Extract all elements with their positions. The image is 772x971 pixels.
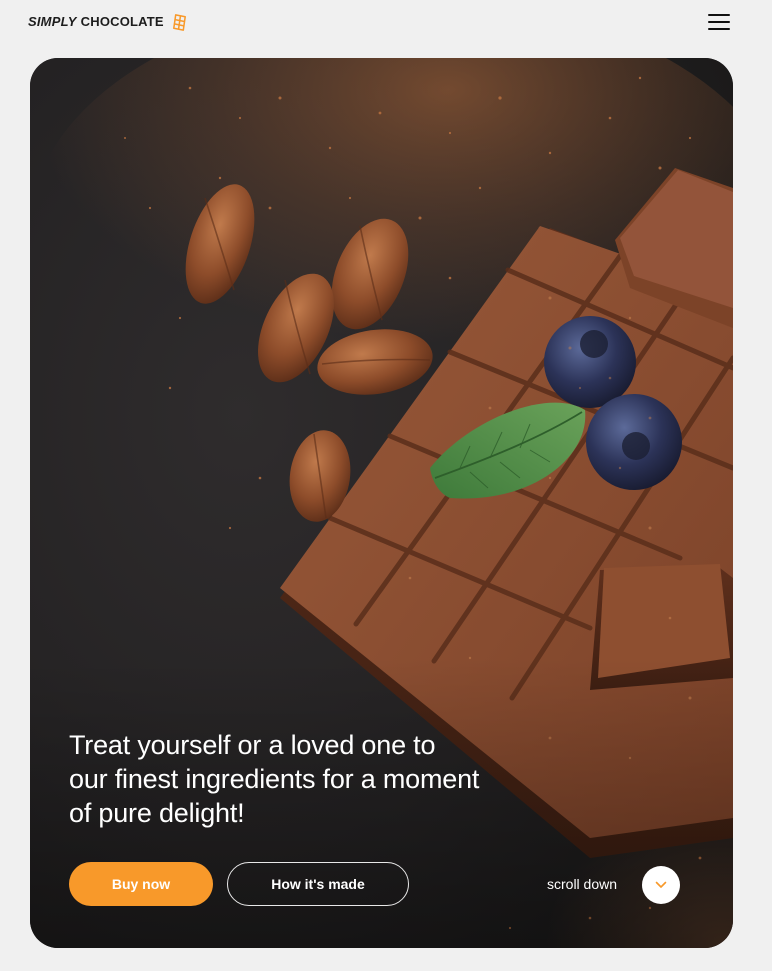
chocolate-bar-icon	[172, 13, 186, 31]
hamburger-menu-icon-line	[708, 28, 730, 30]
chevron-down-icon	[655, 881, 667, 888]
logo-chocolate-text: CHOCOLATE	[80, 14, 164, 29]
site-logo[interactable]: SIMPLY CHOCOLATE	[28, 12, 189, 32]
hamburger-menu-icon-line	[708, 21, 730, 23]
hero-headline-line: our finest ingredients for a moment	[69, 764, 480, 794]
hero-headline-line: Treat yourself or a loved one to	[69, 730, 436, 760]
how-its-made-button[interactable]: How it's made	[227, 862, 409, 906]
hero-headline-line: of pure delight!	[69, 798, 245, 828]
logo-simply-text: SIMPLY	[28, 14, 77, 29]
hamburger-menu-button[interactable]	[702, 8, 736, 36]
scroll-down-button[interactable]	[642, 866, 680, 904]
buy-now-button[interactable]: Buy now	[69, 862, 213, 906]
hero-section: Treat yourself or a loved one to our fin…	[30, 58, 733, 948]
hamburger-menu-icon	[708, 14, 730, 16]
hero-headline: Treat yourself or a loved one to our fin…	[69, 728, 589, 830]
site-header: SIMPLY CHOCOLATE	[0, 0, 772, 46]
scroll-down-label: scroll down	[547, 876, 618, 892]
